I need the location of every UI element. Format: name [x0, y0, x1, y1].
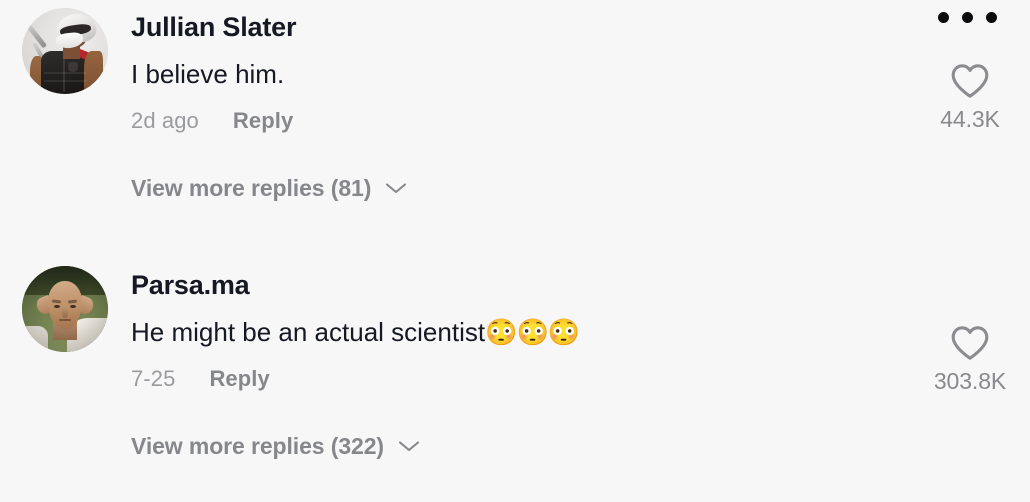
dot-1 — [938, 12, 949, 23]
comment-meta: 7-25 Reply — [131, 366, 1030, 392]
comment-list: Jullian Slater I believe him. 2d ago Rep… — [0, 0, 1030, 502]
three-dots-icon[interactable] — [938, 12, 997, 23]
avatar[interactable] — [22, 8, 108, 94]
reply-button[interactable]: Reply — [209, 366, 269, 392]
like-button[interactable]: 303.8K — [910, 324, 1030, 395]
chevron-down-icon — [385, 181, 407, 195]
heart-outline-icon — [949, 324, 991, 362]
comment-meta: 2d ago Reply — [131, 108, 1030, 134]
comment-text-content: He might be an actual scientist — [131, 317, 486, 347]
avatar[interactable] — [22, 266, 108, 352]
comment-actions-rail: 44.3K — [910, 0, 1030, 202]
comment-item: Parsa.ma He might be an actual scientist… — [0, 258, 1030, 460]
view-more-replies-button[interactable]: View more replies (322) — [131, 433, 420, 460]
comment-emoji: 😳😳😳 — [485, 317, 580, 347]
comment-text-content: I believe him. — [131, 59, 285, 89]
reply-button[interactable]: Reply — [233, 108, 293, 134]
comment-username[interactable]: Parsa.ma — [131, 272, 1030, 299]
view-more-replies-button[interactable]: View more replies (81) — [131, 175, 407, 202]
comment-timestamp: 7-25 — [131, 365, 176, 391]
comment-item: Jullian Slater I believe him. 2d ago Rep… — [0, 0, 1030, 202]
comment-username[interactable]: Jullian Slater — [131, 14, 1030, 41]
dot-2 — [962, 12, 973, 23]
avatar-image-soldier[interactable] — [22, 8, 108, 94]
comment-actions-rail: 303.8K — [910, 258, 1030, 460]
chevron-down-icon — [398, 439, 420, 453]
like-count: 303.8K — [933, 368, 1007, 394]
comment-text: I believe him. — [131, 59, 1030, 90]
like-button[interactable]: 44.3K — [910, 62, 1030, 133]
dot-3 — [986, 12, 997, 23]
view-more-replies-label: View more replies (81) — [131, 174, 372, 201]
heart-outline-icon — [949, 62, 991, 100]
avatar-image-bald-man[interactable] — [22, 266, 108, 352]
like-count: 44.3K — [940, 106, 1000, 132]
comment-timestamp: 2d ago — [131, 107, 199, 133]
view-more-replies-label: View more replies (322) — [131, 432, 384, 459]
comment-body: Jullian Slater I believe him. 2d ago Rep… — [131, 0, 1030, 202]
comment-text: He might be an actual scientist😳😳😳 — [131, 317, 1030, 348]
comment-body: Parsa.ma He might be an actual scientist… — [131, 258, 1030, 460]
